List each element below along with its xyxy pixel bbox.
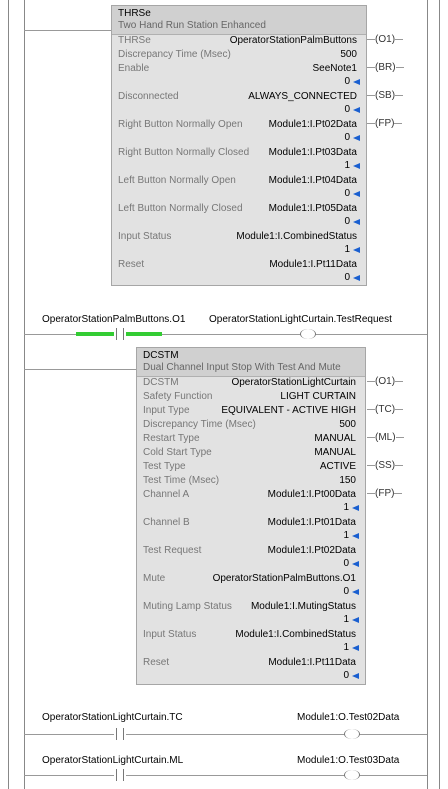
rung2-power-flow <box>126 332 162 336</box>
dcstm-output-pin[interactable]: (FP) <box>367 488 403 500</box>
dcstm-output-pin[interactable]: (O1) <box>367 376 404 388</box>
rung3-coil-tag[interactable]: Module1:O.Test02Data <box>297 712 399 723</box>
rung2-coil[interactable] <box>300 329 316 339</box>
dcstm-value: 0 <box>343 559 359 569</box>
left-outer-rail <box>8 0 9 789</box>
thrse-row[interactable]: Right Button Normally Open Module1:I.Pt02… <box>118 119 360 131</box>
thrse-row[interactable]: Left Button Normally Closed Module1:I.Pt0… <box>118 203 360 215</box>
rung4-contact[interactable] <box>114 728 126 740</box>
thrse-subtitle: Two Hand Run Station Enhanced <box>118 20 266 31</box>
thrse-value: 0 <box>344 133 360 143</box>
dcstm-row[interactable]: Discrepancy Time (Msec) 500 <box>143 419 359 431</box>
value-arrow-icon <box>352 533 359 539</box>
thrse-row[interactable]: Input Status Module1:I.CombinedStatus <box>118 231 360 243</box>
thrse-row[interactable]: Reset Module1:I.Pt11Data <box>118 259 360 271</box>
thrse-output-pin[interactable]: (SB) <box>367 90 404 102</box>
left-power-rail <box>24 0 25 789</box>
thrse-header: THRSe Two Hand Run Station Enhanced <box>112 6 366 35</box>
rung4-coil[interactable] <box>344 729 360 739</box>
dcstm-row[interactable]: Mute OperatorStationPalmButtons.O1 <box>143 573 359 585</box>
dcstm-output-pin[interactable]: (ML) <box>367 432 404 444</box>
dcstm-row[interactable]: Input Status Module1:I.CombinedStatus <box>143 629 359 641</box>
rung3-wire <box>24 369 137 370</box>
value-arrow-icon <box>353 275 360 281</box>
thrse-value: 0 <box>344 189 360 199</box>
value-arrow-icon <box>353 79 360 85</box>
rung5-contact[interactable] <box>114 769 126 781</box>
dcstm-row[interactable]: Restart Type MANUAL <box>143 433 359 445</box>
thrse-value: 0 <box>344 77 360 87</box>
thrse-value: 0 <box>344 217 360 227</box>
dcstm-instruction-block[interactable]: DCSTM Dual Channel Input Stop With Test … <box>136 347 366 685</box>
value-arrow-icon <box>353 247 360 253</box>
dcstm-row[interactable]: Channel A Module1:I.Pt00Data <box>143 489 359 501</box>
value-arrow-icon <box>352 673 359 679</box>
dcstm-row[interactable]: Muting Lamp Status Module1:I.MutingStatus <box>143 601 359 613</box>
dcstm-output-pin[interactable]: (TC) <box>367 404 404 416</box>
thrse-output-pin[interactable]: (BR) <box>367 62 404 74</box>
thrse-row[interactable]: Enable SeeNote1 <box>118 63 360 75</box>
dcstm-value: 1 <box>343 615 359 625</box>
dcstm-value: 0 <box>343 587 359 597</box>
rung1-wire <box>24 30 112 31</box>
dcstm-row[interactable]: Safety Function LIGHT CURTAIN <box>143 391 359 403</box>
dcstm-output-pin[interactable]: (SS) <box>367 460 404 472</box>
value-arrow-icon <box>352 645 359 651</box>
dcstm-header: DCSTM Dual Channel Input Stop With Test … <box>137 348 365 377</box>
value-arrow-icon <box>353 191 360 197</box>
thrse-value: 1 <box>344 161 360 171</box>
thrse-output-pin[interactable]: (O1) <box>367 34 404 46</box>
right-outer-rail <box>439 0 440 789</box>
dcstm-value: 0 <box>343 671 359 681</box>
value-arrow-icon <box>352 589 359 595</box>
thrse-row[interactable]: Left Button Normally Open Module1:I.Pt04D… <box>118 175 360 187</box>
dcstm-row[interactable]: Reset Module1:I.Pt11Data <box>143 657 359 669</box>
right-power-rail <box>427 0 428 789</box>
dcstm-row[interactable]: Test Type ACTIVE <box>143 461 359 473</box>
dcstm-subtitle: Dual Channel Input Stop With Test And Mu… <box>143 362 341 373</box>
dcstm-title: DCSTM <box>143 350 179 361</box>
dcstm-row[interactable]: Test Time (Msec) 150 <box>143 475 359 487</box>
thrse-row[interactable]: Discrepancy Time (Msec) 500 <box>118 49 360 61</box>
dcstm-row[interactable]: Cold Start Type MANUAL <box>143 447 359 459</box>
rung2-contact[interactable] <box>114 328 126 340</box>
dcstm-value: 1 <box>343 503 359 513</box>
thrse-row[interactable]: Right Button Normally Closed Module1:I.Pt… <box>118 147 360 159</box>
thrse-value: 0 <box>344 105 360 115</box>
dcstm-row[interactable]: Channel B Module1:I.Pt01Data <box>143 517 359 529</box>
thrse-value: 1 <box>344 245 360 255</box>
value-arrow-icon <box>352 617 359 623</box>
dcstm-value: 1 <box>343 643 359 653</box>
rung4-coil-tag[interactable]: Module1:O.Test03Data <box>297 755 399 766</box>
value-arrow-icon <box>352 505 359 511</box>
rung5-coil[interactable] <box>344 770 360 780</box>
value-arrow-icon <box>353 135 360 141</box>
dcstm-row[interactable]: DCSTM OperatorStationLightCurtain <box>143 377 359 389</box>
dcstm-row[interactable]: Input Type EQUIVALENT - ACTIVE HIGH <box>143 405 359 417</box>
rung4-wire <box>24 734 427 735</box>
rung2-coil-tag[interactable]: OperatorStationLightCurtain.TestRequest <box>209 314 392 325</box>
dcstm-row[interactable]: Test Request Module1:I.Pt02Data <box>143 545 359 557</box>
rung2-power-flow <box>76 332 114 336</box>
value-arrow-icon <box>353 219 360 225</box>
value-arrow-icon <box>353 107 360 113</box>
rung4-contact-tag[interactable]: OperatorStationLightCurtain.ML <box>42 755 183 766</box>
thrse-title: THRSe <box>118 8 151 19</box>
value-arrow-icon <box>353 163 360 169</box>
rung5-wire <box>24 775 427 776</box>
value-arrow-icon <box>352 561 359 567</box>
thrse-instruction-block[interactable]: THRSe Two Hand Run Station Enhanced THRS… <box>111 5 367 286</box>
rung2-contact-tag[interactable]: OperatorStationPalmButtons.O1 <box>42 314 185 325</box>
dcstm-value: 1 <box>343 531 359 541</box>
thrse-row[interactable]: Disconnected ALWAYS_CONNECTED <box>118 91 360 103</box>
thrse-output-pin[interactable]: (FP) <box>367 118 403 130</box>
thrse-row[interactable]: THRSe OperatorStationPalmButtons <box>118 35 360 47</box>
rung3-contact-tag[interactable]: OperatorStationLightCurtain.TC <box>42 712 183 723</box>
thrse-value: 0 <box>344 273 360 283</box>
